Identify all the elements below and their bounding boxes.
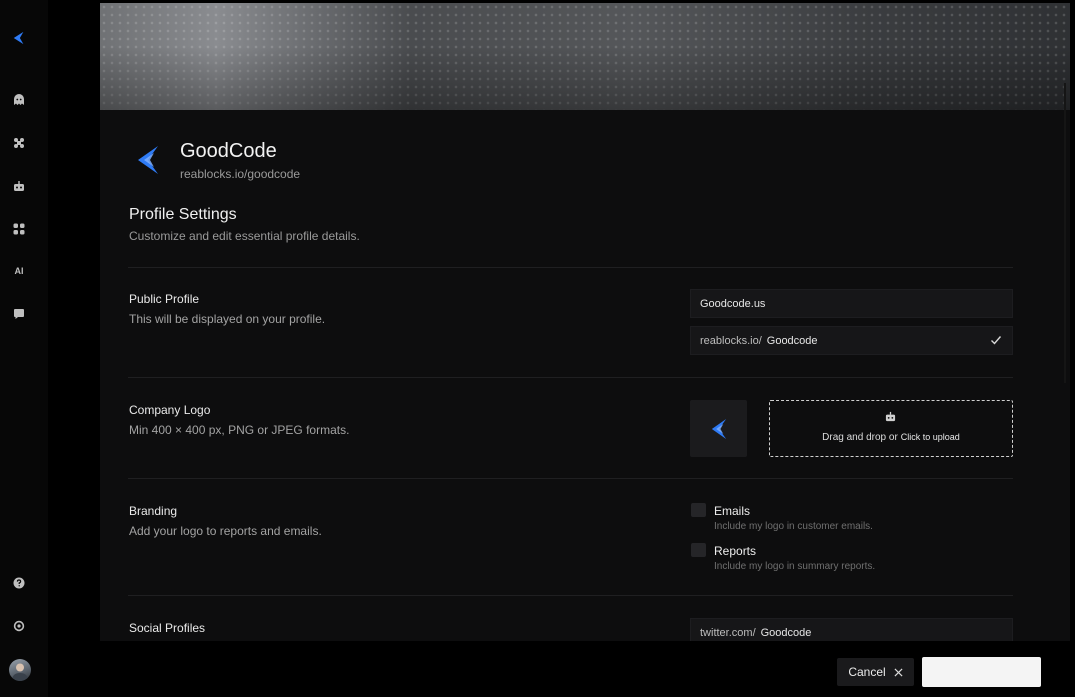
page-title: Profile Settings xyxy=(129,206,237,223)
ai-icon-text: AI xyxy=(14,266,24,276)
avatar[interactable] xyxy=(9,659,31,681)
save-changes-button[interactable]: Save Changes xyxy=(922,657,1041,687)
cover-banner xyxy=(100,3,1070,110)
settings-icon[interactable] xyxy=(12,619,26,633)
branding-label: Branding xyxy=(129,504,178,518)
check-icon xyxy=(991,336,1002,345)
divider xyxy=(128,478,1013,479)
website-input-value: Goodcode.us xyxy=(700,297,766,310)
reports-option-description: Include my logo in summary reports. xyxy=(714,561,876,572)
company-logo-description: Min 400 × 400 px, PNG or JPEG formats. xyxy=(129,423,350,437)
social-profiles-label: Social Profiles xyxy=(129,621,206,635)
handle-value: Goodcode xyxy=(766,334,818,347)
emails-option-label: Emails xyxy=(714,504,751,518)
emails-checkbox[interactable] xyxy=(691,503,706,517)
save-button-label: Save Changes xyxy=(933,665,1013,679)
organization-name: GoodCode xyxy=(180,140,277,162)
dropzone-text: Drag and drop or Click to upload xyxy=(770,432,1012,443)
help-icon[interactable] xyxy=(12,576,26,590)
twitter-prefix: twitter.com/ xyxy=(700,626,756,639)
website-input[interactable]: Goodcode.us xyxy=(690,289,1013,318)
page-subtitle: Customize and edit essential profile det… xyxy=(129,229,360,243)
emails-option-description: Include my logo in customer emails. xyxy=(714,521,873,532)
upload-icon xyxy=(885,411,896,422)
drop-text: Drag and drop or xyxy=(822,432,898,443)
app-logo-icon[interactable] xyxy=(11,30,27,46)
divider xyxy=(128,267,1013,268)
sidebar-nav: AI xyxy=(0,0,48,697)
close-icon xyxy=(894,667,903,677)
company-logo-label: Company Logo xyxy=(129,403,211,417)
goodcode-logo-icon xyxy=(138,146,158,174)
robot-icon[interactable] xyxy=(12,179,26,193)
puzzle-icon[interactable] xyxy=(12,136,26,150)
ai-icon[interactable]: AI xyxy=(12,264,26,278)
cancel-button[interactable]: Cancel xyxy=(837,658,914,686)
click-to-upload-link[interactable]: Click to upload xyxy=(901,432,960,442)
apps-icon[interactable] xyxy=(12,222,26,236)
arrow-right-icon xyxy=(1021,668,1029,676)
chat-icon[interactable] xyxy=(12,307,26,321)
twitter-value: Goodcode xyxy=(760,626,812,639)
goodcode-logo-icon xyxy=(711,418,726,439)
public-profile-label: Public Profile xyxy=(129,292,200,306)
twitter-handle-input[interactable]: twitter.com/ Goodcode xyxy=(690,618,1013,641)
cancel-button-label: Cancel xyxy=(848,665,886,679)
reports-checkbox[interactable] xyxy=(691,543,706,557)
profile-settings-panel: GoodCode reablocks.io/goodcode Profile S… xyxy=(100,3,1070,641)
profile-handle-input[interactable]: reablocks.io/ Goodcode xyxy=(690,326,1013,355)
ghost-icon[interactable] xyxy=(12,93,26,107)
divider xyxy=(128,595,1013,596)
scrollbar[interactable] xyxy=(1064,83,1066,383)
divider xyxy=(128,377,1013,378)
handle-prefix: reablocks.io/ xyxy=(700,334,762,347)
public-profile-description: This will be displayed on your profile. xyxy=(129,312,326,326)
company-logo-preview xyxy=(690,400,747,457)
branding-description: Add your logo to reports and emails. xyxy=(129,524,322,538)
reports-option-label: Reports xyxy=(714,544,757,558)
organization-url: reablocks.io/goodcode xyxy=(180,167,301,181)
logo-upload-dropzone[interactable]: Drag and drop or Click to upload xyxy=(769,400,1013,457)
